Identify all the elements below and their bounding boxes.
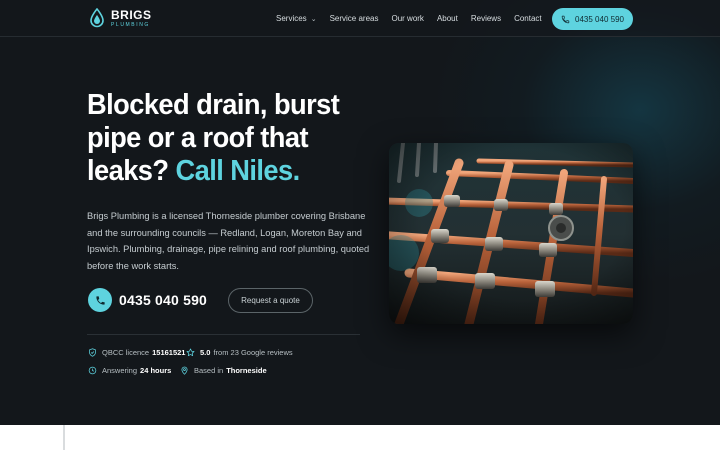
hero-description: Brigs Plumbing is a licensed Thorneside … xyxy=(87,211,370,271)
trust-value: 15161521 xyxy=(152,348,186,357)
headline-accent: Call Niles. xyxy=(175,155,301,187)
divider xyxy=(87,334,360,335)
nav-item-reviews[interactable]: Reviews xyxy=(471,14,501,23)
map-pin-icon xyxy=(181,366,188,375)
nav-item-label: Services xyxy=(276,14,307,23)
section-edge xyxy=(63,425,65,450)
shield-icon xyxy=(89,348,96,357)
nav-item-contact[interactable]: Contact xyxy=(514,14,542,23)
brand-logo[interactable]: BRIGS PLUMBING xyxy=(89,8,152,28)
trust-value: 5.0 xyxy=(200,348,211,357)
star-icon xyxy=(186,348,195,357)
main-nav: Services ⌄ Service areas Our work About … xyxy=(276,0,555,37)
phone-circle-icon xyxy=(88,288,112,312)
next-section xyxy=(0,425,720,450)
copper-pipes-image xyxy=(389,143,633,324)
phone-icon xyxy=(561,15,570,23)
trust-item-reviews: 5.0 from 23 Google reviews xyxy=(186,348,293,357)
trust-item-location: Based in Thorneside xyxy=(180,366,267,375)
hero-section: BRIGS PLUMBING Services ⌄ Service areas … xyxy=(0,0,720,425)
brand-name: BRIGS xyxy=(111,7,152,22)
water-drop-logo-icon xyxy=(90,8,104,28)
header-phone-label: 0435 040 590 xyxy=(575,14,624,24)
nav-item-services[interactable]: Services ⌄ xyxy=(276,14,317,23)
call-number: 0435 040 590 xyxy=(119,292,208,308)
nav-item-service-areas[interactable]: Service areas xyxy=(330,14,379,23)
trust-item-hours: Answering 24 hours xyxy=(88,366,171,375)
trust-value: Thorneside xyxy=(226,366,267,375)
brand-tagline: PLUMBING xyxy=(111,21,150,28)
trust-item-licence: QBCC licence 15161521 xyxy=(88,348,185,357)
call-link[interactable]: 0435 040 590 xyxy=(88,288,207,312)
chevron-down-icon: ⌄ xyxy=(310,15,317,23)
trust-prefix: Answering xyxy=(102,366,138,375)
header-phone-button[interactable]: 0435 040 590 xyxy=(552,8,633,30)
copper-pipes-photo xyxy=(389,143,633,324)
nav-item-our-work[interactable]: Our work xyxy=(391,14,423,23)
trust-prefix: Based in xyxy=(194,366,224,375)
request-quote-button[interactable]: Request a quote xyxy=(228,288,313,313)
trust-value: 24 hours xyxy=(140,366,172,375)
clock-icon xyxy=(88,366,97,375)
nav-item-about[interactable]: About xyxy=(437,14,458,23)
trust-prefix: QBCC licence xyxy=(102,348,150,357)
trust-suffix: from 23 Google reviews xyxy=(213,348,293,357)
hero-headline: Blocked drain, burst pipe or a roof that… xyxy=(87,89,360,188)
site-header: BRIGS PLUMBING Services ⌄ Service areas … xyxy=(0,0,720,37)
